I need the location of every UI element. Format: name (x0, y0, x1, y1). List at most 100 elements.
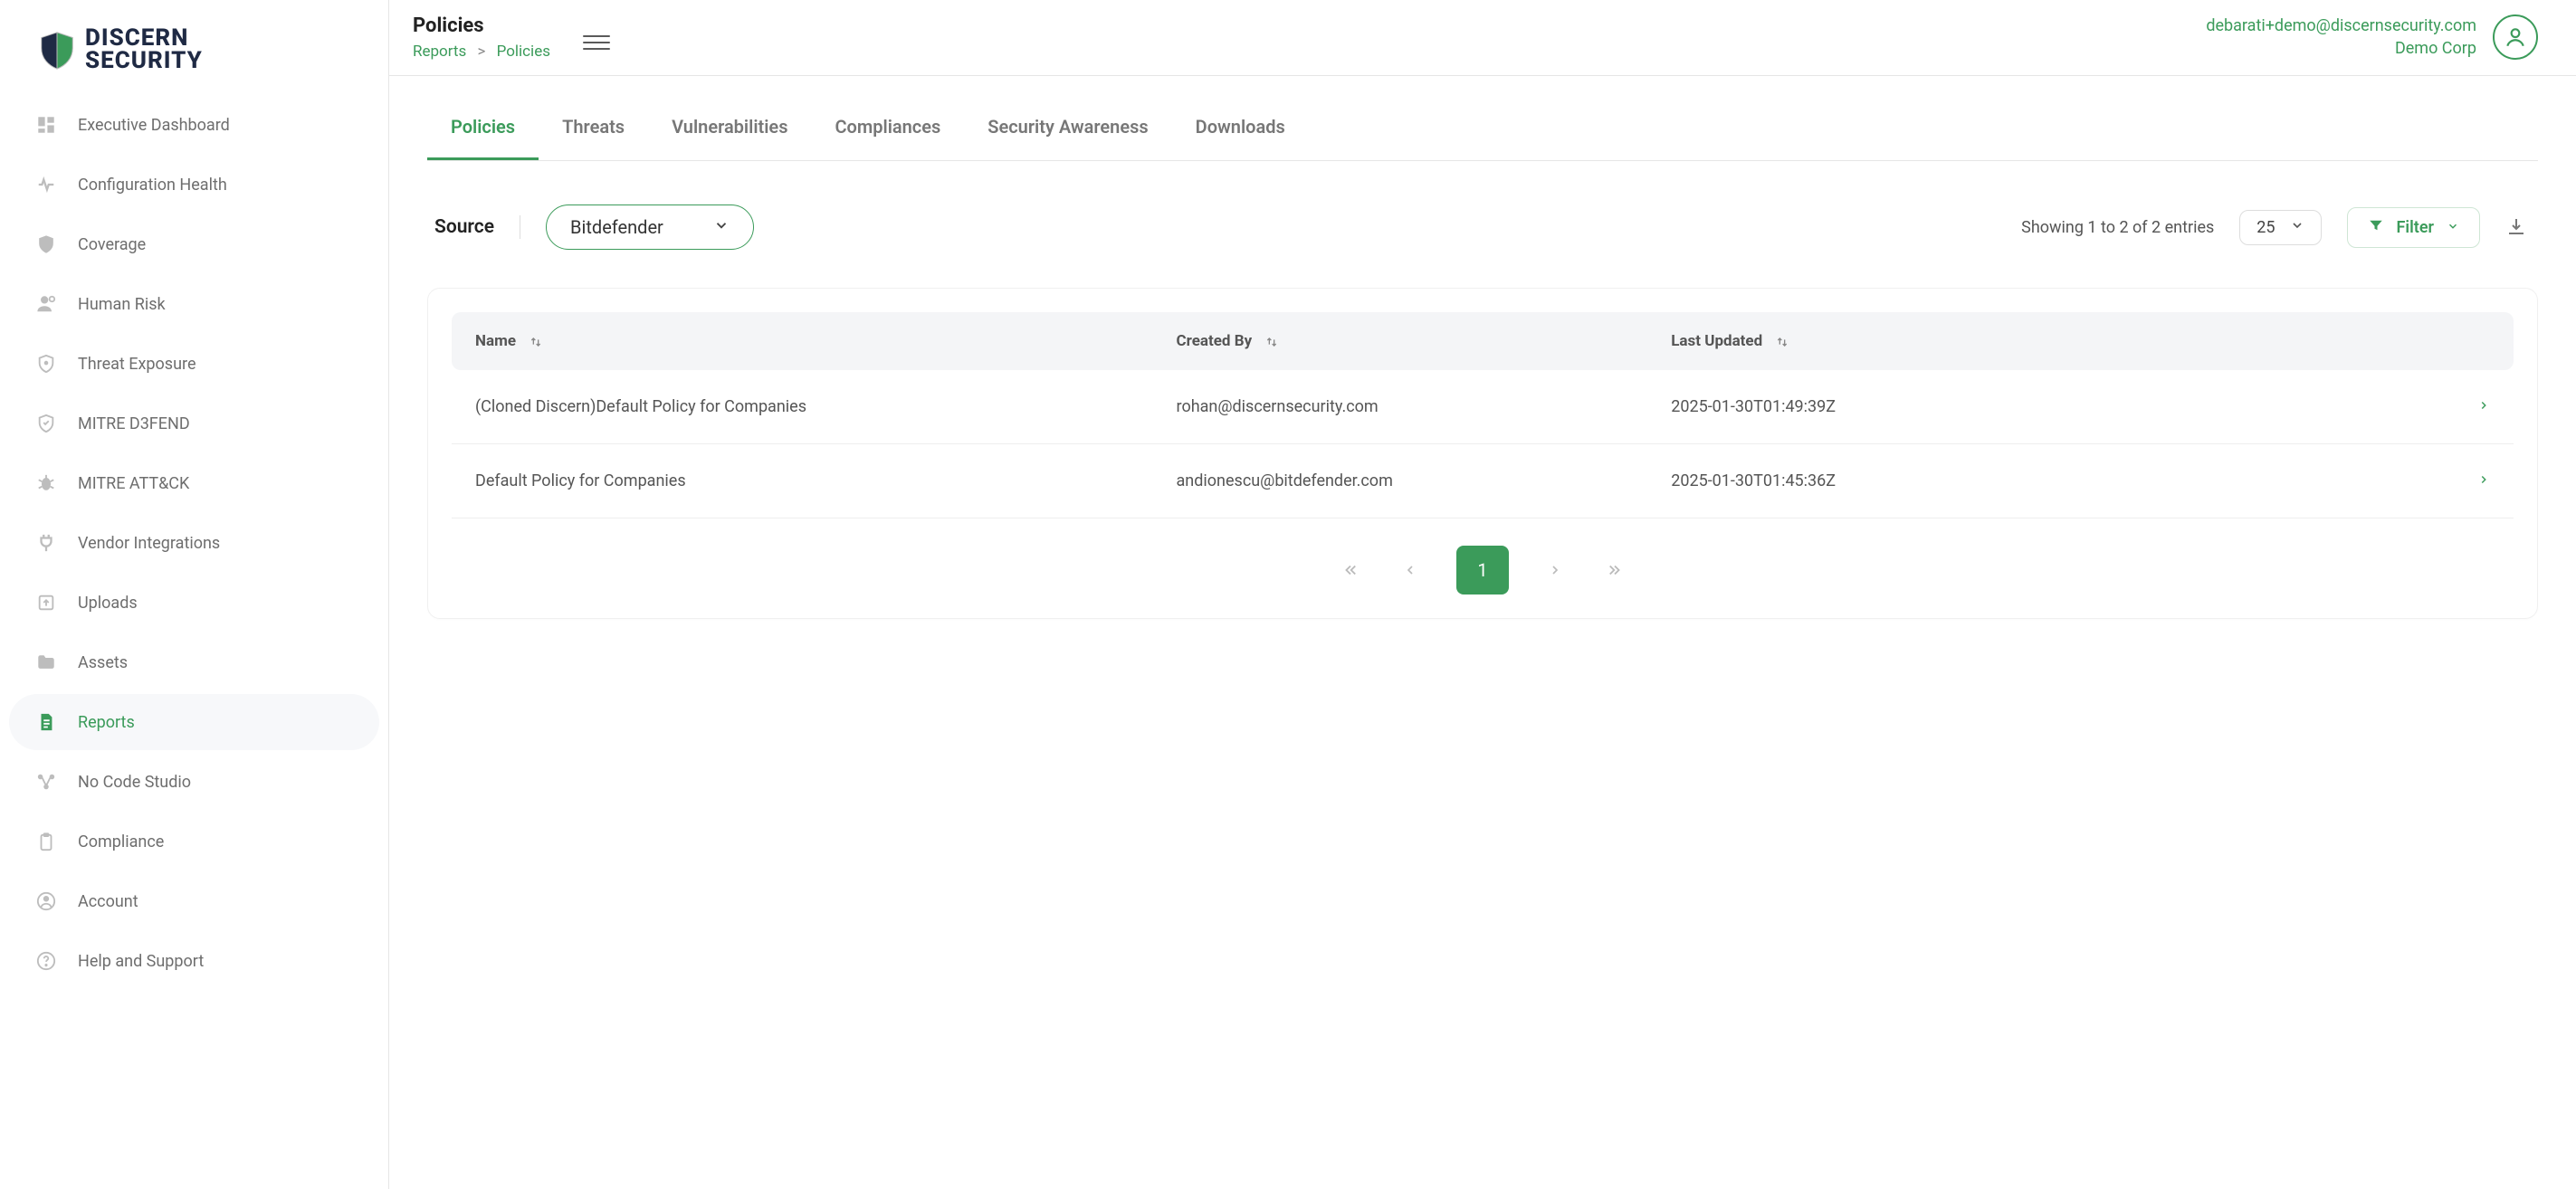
sidebar-item-label: Assets (78, 653, 128, 672)
sidebar-nav: Executive Dashboard Configuration Health… (9, 97, 379, 989)
clipboard-icon (34, 830, 58, 853)
tab-threats[interactable]: Threats (539, 100, 648, 160)
sidebar-item-human-risk[interactable]: Human Risk (9, 276, 379, 332)
row-expand-button[interactable] (2454, 444, 2514, 518)
cell-created-by: andionescu@bitdefender.com (1153, 444, 1648, 518)
brand-line2: SECURITY (85, 50, 203, 72)
cell-last-updated: 2025-01-30T01:45:36Z (1647, 444, 2454, 518)
sidebar-item-mitre-attack[interactable]: MITRE ATT&CK (9, 455, 379, 511)
upload-icon (34, 591, 58, 614)
tab-compliances[interactable]: Compliances (811, 100, 964, 160)
tab-security-awareness[interactable]: Security Awareness (964, 100, 1171, 160)
account-info: debarati+demo@discernsecurity.com Demo C… (2206, 14, 2476, 60)
avatar-button[interactable] (2493, 14, 2538, 60)
chevron-right-icon (2477, 473, 2490, 486)
user-icon (2504, 25, 2527, 49)
sidebar-item-label: MITRE ATT&CK (78, 474, 189, 493)
source-label: Source (434, 216, 494, 238)
sidebar-item-help[interactable]: Help and Support (9, 933, 379, 989)
sidebar-item-no-code-studio[interactable]: No Code Studio (9, 754, 379, 810)
breadcrumb-root[interactable]: Reports (413, 43, 466, 61)
row-expand-button[interactable] (2454, 370, 2514, 444)
sidebar-item-configuration-health[interactable]: Configuration Health (9, 157, 379, 213)
tab-label: Compliances (835, 116, 940, 138)
tab-vulnerabilities[interactable]: Vulnerabilities (648, 100, 811, 160)
policies-table: Name Created By Last Updated (452, 312, 2514, 518)
sidebar-item-mitre-d3fend[interactable]: MITRE D3FEND (9, 395, 379, 452)
page-number: 1 (1477, 559, 1487, 581)
breadcrumb-sep: > (477, 43, 485, 61)
defend-shield-icon (34, 412, 58, 435)
account-org: Demo Corp (2206, 37, 2476, 60)
sidebar-item-label: Threat Exposure (78, 355, 196, 374)
sidebar-item-reports[interactable]: Reports (9, 694, 379, 750)
table-card: Name Created By Last Updated (427, 288, 2538, 619)
page-prev-button[interactable] (1397, 556, 1424, 584)
sidebar-item-vendor-integrations[interactable]: Vendor Integrations (9, 515, 379, 571)
chevron-double-right-icon (1607, 562, 1623, 578)
cell-name: (Cloned Discern)Default Policy for Compa… (452, 370, 1153, 444)
col-last-updated[interactable]: Last Updated (1647, 312, 2454, 370)
sidebar-item-label: Configuration Health (78, 176, 227, 195)
tab-label: Vulnerabilities (672, 116, 787, 138)
col-created-by[interactable]: Created By (1153, 312, 1648, 370)
breadcrumb-current: Policies (497, 43, 550, 61)
tab-label: Security Awareness (987, 116, 1148, 138)
table-header-row: Name Created By Last Updated (452, 312, 2514, 370)
hamburger-line-icon (583, 35, 610, 37)
chevron-right-icon (1548, 563, 1562, 577)
tab-policies[interactable]: Policies (427, 100, 539, 160)
sidebar-item-account[interactable]: Account (9, 873, 379, 929)
sidebar-item-label: Executive Dashboard (78, 116, 230, 135)
sidebar-item-label: No Code Studio (78, 773, 191, 792)
pagination: 1 (452, 546, 2514, 594)
hamburger-line-icon (583, 48, 610, 50)
page-title: Policies (413, 14, 550, 37)
folder-icon (34, 651, 58, 674)
filter-label: Filter (2397, 218, 2434, 237)
brand-line1: DISCERN (85, 27, 203, 50)
download-button[interactable] (2505, 216, 2527, 238)
sidebar-item-label: Compliance (78, 832, 164, 851)
sidebar-item-uploads[interactable]: Uploads (9, 575, 379, 631)
page-next-button[interactable] (1541, 556, 1569, 584)
chevron-down-icon (2290, 218, 2304, 237)
page-last-button[interactable] (1601, 556, 1628, 584)
document-icon (34, 710, 58, 734)
person-risk-icon (34, 292, 58, 316)
sidebar-item-coverage[interactable]: Coverage (9, 216, 379, 272)
col-label: Created By (1177, 332, 1253, 350)
sidebar-item-label: Account (78, 892, 138, 911)
tab-label: Threats (562, 116, 625, 138)
table-row[interactable]: Default Policy for Companies andionescu@… (452, 444, 2514, 518)
sidebar: DISCERN SECURITY Executive Dashboard Con… (0, 0, 389, 1189)
flow-icon (34, 770, 58, 794)
filter-button[interactable]: Filter (2347, 207, 2480, 248)
table-row[interactable]: (Cloned Discern)Default Policy for Compa… (452, 370, 2514, 444)
chevron-left-icon (1403, 563, 1417, 577)
page-current[interactable]: 1 (1456, 546, 1509, 594)
bug-icon (34, 471, 58, 495)
source-dropdown[interactable]: Bitdefender (546, 205, 754, 250)
page-size-dropdown[interactable]: 25 (2239, 210, 2321, 245)
page-first-button[interactable] (1337, 556, 1364, 584)
chevron-down-icon (2447, 218, 2459, 237)
col-name[interactable]: Name (452, 312, 1153, 370)
tab-downloads[interactable]: Downloads (1172, 100, 1309, 160)
menu-toggle-button[interactable] (583, 35, 610, 50)
sidebar-item-executive-dashboard[interactable]: Executive Dashboard (9, 97, 379, 153)
sidebar-item-label: Human Risk (78, 295, 166, 314)
hamburger-line-icon (583, 42, 610, 43)
sidebar-item-assets[interactable]: Assets (9, 634, 379, 690)
breadcrumb: Reports > Policies (413, 43, 550, 61)
sidebar-item-label: Vendor Integrations (78, 534, 220, 553)
topbar: Policies Reports > Policies debarati+dem… (389, 0, 2576, 76)
sort-icon (1775, 335, 1789, 349)
sidebar-item-compliance[interactable]: Compliance (9, 813, 379, 870)
cell-name: Default Policy for Companies (452, 444, 1153, 518)
col-label: Last Updated (1671, 332, 1762, 350)
controls-row: Source Bitdefender Showing 1 to 2 of 2 e… (427, 205, 2538, 250)
col-label: Name (475, 332, 516, 350)
sidebar-item-threat-exposure[interactable]: Threat Exposure (9, 336, 379, 392)
virus-shield-icon (34, 352, 58, 376)
